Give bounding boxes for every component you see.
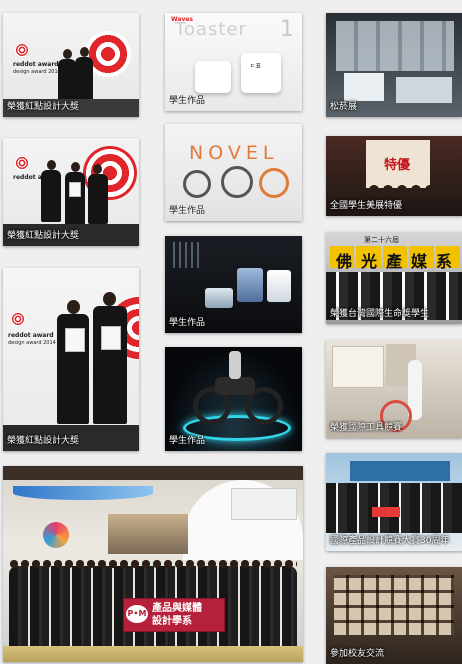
display-stand xyxy=(396,77,452,103)
award-board-text: 特優 xyxy=(384,158,411,173)
tile-caption: 榮獲國際工具競賽 xyxy=(330,423,403,433)
logo-graphic xyxy=(43,522,69,548)
tile-student-exhibition[interactable]: 特優 全國學生美展特優 xyxy=(326,136,462,216)
event-banner xyxy=(350,461,450,481)
reddot-logo-sub: design award 2014 xyxy=(8,340,56,346)
tile-caption: 全國學生美展特優 xyxy=(330,201,403,211)
tile-caption: 學生作品 xyxy=(169,318,206,328)
reddot-logo-sub: design award 2014 xyxy=(13,69,61,75)
product-shape xyxy=(267,270,291,302)
person xyxy=(75,57,93,105)
tile-caption: 學生作品 xyxy=(169,206,206,216)
background-booth xyxy=(108,514,188,554)
floor xyxy=(3,646,303,662)
person xyxy=(88,174,108,224)
person-head xyxy=(67,300,80,314)
reddot-logo-icon xyxy=(11,312,25,326)
tile-caption: 榮獲台灣國際生命獎學生 xyxy=(330,309,430,319)
person-head xyxy=(93,164,102,174)
reddot-logo-icon xyxy=(15,156,29,170)
tile-award-group[interactable]: 第二十六屆 佛光產媒系 榮獲台灣國際生命獎學生 xyxy=(326,232,462,324)
bike-frame xyxy=(215,377,255,395)
tile-novel-project[interactable]: NOVEL 學生作品 xyxy=(165,124,302,221)
award-board xyxy=(372,507,400,517)
tile-caption: 松菸展 xyxy=(330,102,358,112)
title-word: Toaster xyxy=(175,19,247,40)
sign-top: 第二十六屆 xyxy=(364,236,399,244)
person xyxy=(41,170,61,222)
wheel-shape xyxy=(183,170,211,198)
tile-student-work-bike[interactable]: 學生作品 xyxy=(165,347,302,451)
tile-reddot-award-2[interactable]: reddot award 榮獲紅點設計大獎 xyxy=(3,138,139,246)
person xyxy=(93,306,127,424)
reddot-logo-text: reddot award xyxy=(8,332,54,339)
tile-group-photo[interactable]: 產品與媒體 設計學系 P•M xyxy=(3,466,303,662)
wheel-shape xyxy=(259,168,289,198)
tile-caption: 學生作品 xyxy=(169,96,206,106)
exhibit-wall xyxy=(336,21,454,71)
pm-badge: P•M xyxy=(126,605,148,623)
title-word: NOVEL xyxy=(189,142,279,164)
crowd-heads xyxy=(9,558,297,570)
wall-sign xyxy=(231,488,297,520)
tile-caption: 榮獲紅點設計大獎 xyxy=(7,436,80,446)
display-stand xyxy=(344,73,384,101)
poem-text xyxy=(173,242,203,268)
wheel-shape xyxy=(221,166,253,198)
department-banner: 產品與媒體 設計學系 P•M xyxy=(123,598,225,632)
person-head xyxy=(80,47,89,57)
ceiling xyxy=(3,466,303,480)
tile-reddot-award-3[interactable]: reddot award design award 2014 榮獲紅點設計大獎 xyxy=(3,268,139,451)
tile-product-design-award[interactable]: 國際產品設計競賽大賞30周年 xyxy=(326,453,462,551)
toaster-shape xyxy=(241,53,281,93)
toaster-shape xyxy=(195,61,231,93)
person-head xyxy=(71,162,80,172)
product-shape xyxy=(237,268,263,302)
tile-caption: 榮獲紅點設計大獎 xyxy=(7,231,80,241)
certificate xyxy=(101,326,121,350)
certificate xyxy=(65,328,85,352)
photo-wall xyxy=(334,575,454,635)
product-shape xyxy=(205,288,233,308)
tile-caption: 榮獲紅點設計大獎 xyxy=(7,102,80,112)
tile-toaster-project[interactable]: Waves Toaster 1 ㄷ표 學生作品 xyxy=(165,13,302,111)
tile-reddot-award-1[interactable]: reddot award design award 2014 榮獲紅點設計大獎 xyxy=(3,13,139,117)
tile-alumni-exchange[interactable]: 參加校友交流 xyxy=(326,567,462,664)
person-head xyxy=(63,49,72,59)
sign-main: 佛光產媒系 xyxy=(336,252,462,271)
tile-caption: 學生作品 xyxy=(169,436,206,446)
reddot-logo-icon xyxy=(15,43,29,57)
tile-caption: 參加校友交流 xyxy=(330,649,385,659)
department-banner-text: 產品與媒體 設計學系 xyxy=(152,603,202,627)
poster xyxy=(332,346,384,388)
crowd-heads xyxy=(326,184,462,202)
toaster-tag: ㄷ표 xyxy=(250,63,262,70)
blue-arc xyxy=(13,486,153,500)
tile-student-work-dark[interactable]: 學生作品 xyxy=(165,236,302,333)
tile-exhibition[interactable]: 松菸展 xyxy=(326,13,462,117)
tile-caption: 國際產品設計競賽大賞30周年 xyxy=(330,536,450,546)
person xyxy=(229,351,241,379)
tile-tool-competition[interactable]: 榮獲國際工具競賽 xyxy=(326,340,462,438)
number-label: 1 xyxy=(280,17,294,42)
reddot-logo-text: reddot award xyxy=(13,61,59,68)
person xyxy=(65,172,85,226)
person-head xyxy=(47,160,56,170)
person-head xyxy=(103,292,116,306)
certificate xyxy=(69,182,81,197)
